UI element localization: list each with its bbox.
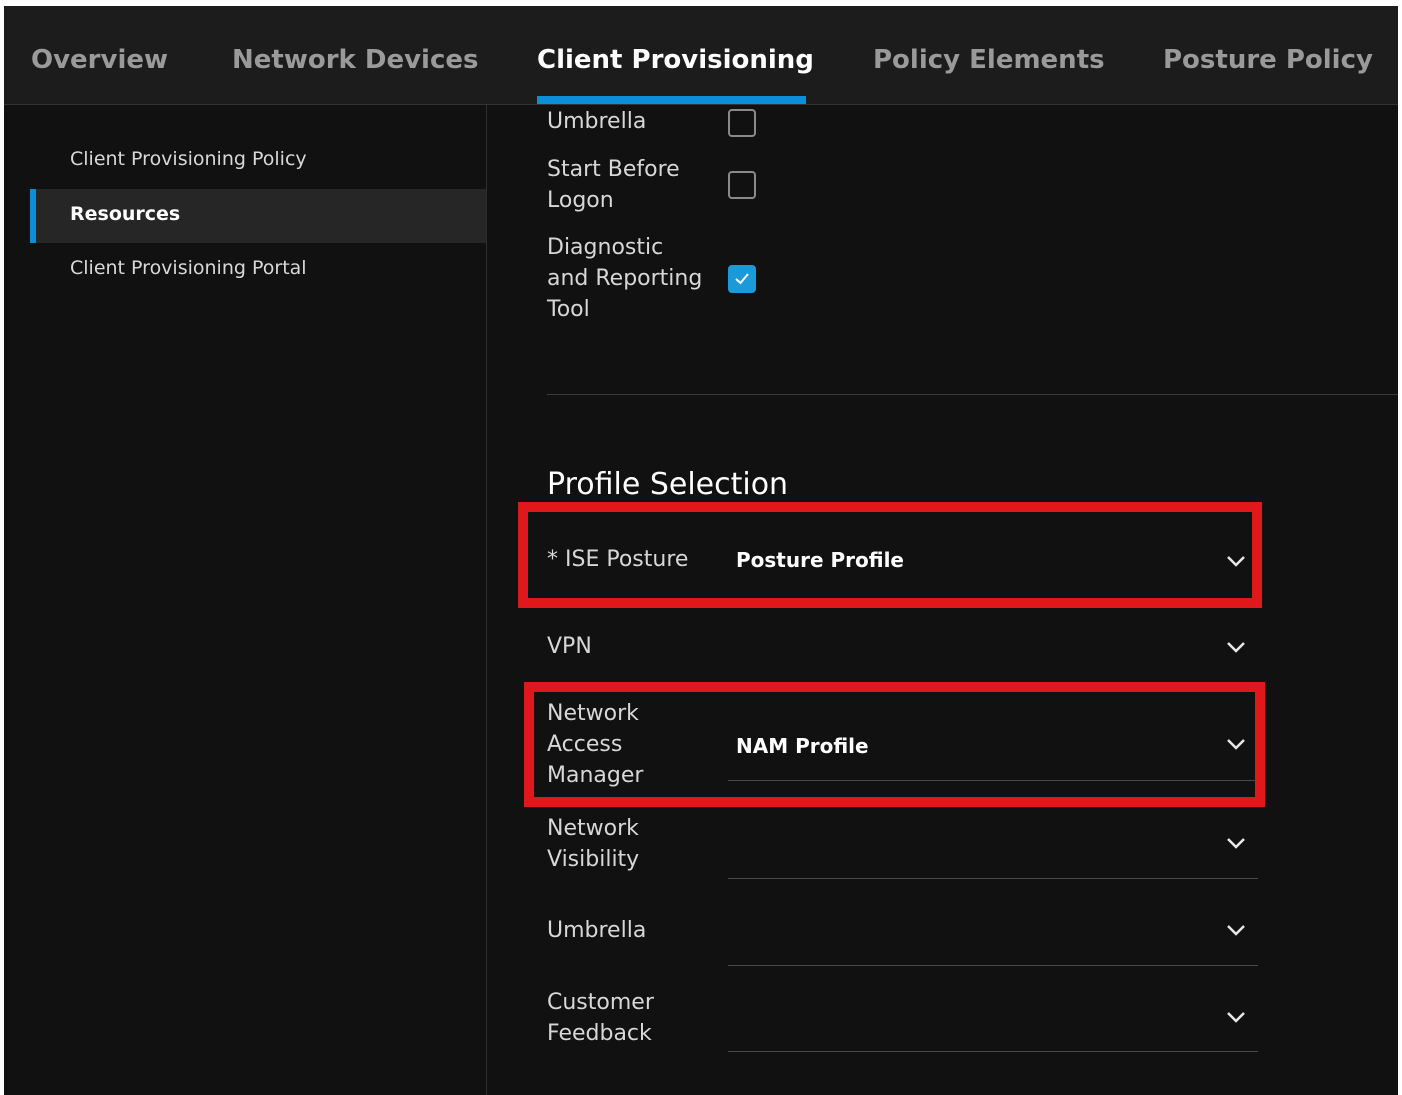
chevron-down-icon[interactable] [1225,923,1247,937]
customer-feedback-select-underline [728,1051,1258,1052]
profile-selection-title: Profile Selection [547,467,789,502]
tab-client-provisioning[interactable]: Client Provisioning [537,45,814,81]
sidebar-item-client-provisioning-policy[interactable]: Client Provisioning Policy [30,134,486,188]
dart-label: Diagnostic and Reporting Tool [547,235,703,322]
chevron-down-icon[interactable] [1225,640,1247,654]
highlight-box-nam [524,682,1265,807]
vpn-label: VPN [547,634,592,659]
network-visibility-label: Network Visibility [547,816,640,872]
sidebar-item-label: Resources [70,203,181,225]
tab-network-devices[interactable]: Network Devices [232,45,478,81]
active-tab-indicator [537,96,806,104]
main-content: Umbrella Start Before Logon Diagnostic a… [487,105,1398,1095]
tab-overview[interactable]: Overview [31,45,168,81]
umbrella-module-label: Umbrella [547,109,647,134]
tab-posture-policy[interactable]: Posture Policy [1163,45,1373,81]
dart-checkbox[interactable] [728,265,756,293]
network-visibility-select-underline [728,878,1258,879]
chevron-down-icon[interactable] [1225,836,1247,850]
sidebar-item-label: Client Provisioning Policy [70,148,307,170]
checkmark-icon [735,273,749,285]
umbrella-profile-label: Umbrella [547,918,647,943]
sidebar: Client Provisioning Policy Resources Cli… [30,105,487,1095]
sidebar-item-label: Client Provisioning Portal [70,257,307,279]
chevron-down-icon[interactable] [1225,1010,1247,1024]
umbrella-module-checkbox[interactable] [728,109,756,137]
app-frame: Overview Network Devices Client Provisio… [4,6,1398,1095]
umbrella-select-underline [728,965,1258,966]
sidebar-item-client-provisioning-portal[interactable]: Client Provisioning Portal [30,243,486,297]
start-before-logon-label: Start Before Logon [547,157,680,213]
highlight-box-ise-posture [518,502,1262,608]
sidebar-item-resources[interactable]: Resources [30,189,486,243]
customer-feedback-label: Customer Feedback [547,990,654,1046]
tab-policy-elements[interactable]: Policy Elements [873,45,1105,81]
top-tab-bar: Overview Network Devices Client Provisio… [4,6,1398,105]
start-before-logon-checkbox[interactable] [728,171,756,199]
section-divider [547,394,1398,395]
